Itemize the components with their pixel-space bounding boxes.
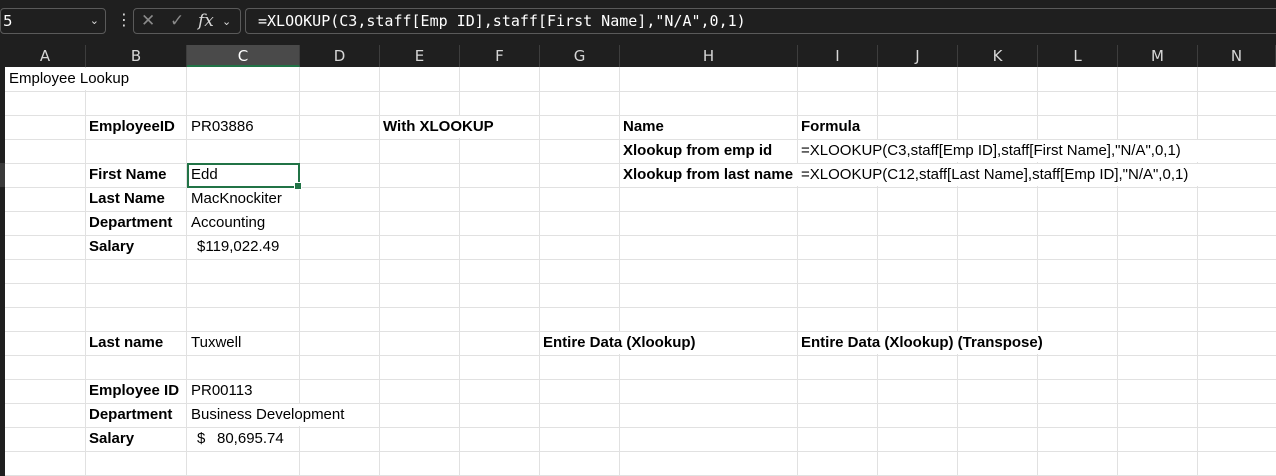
column-header-d[interactable]: D: [300, 45, 380, 67]
last-name-value[interactable]: MacKnockiter: [191, 187, 282, 211]
check-icon[interactable]: ✓: [170, 11, 184, 31]
salary-result-label[interactable]: Salary: [89, 427, 134, 451]
xlookup-emp-id-formula[interactable]: =XLOOKUP(C3,staff[Emp ID],staff[First Na…: [801, 139, 1181, 163]
column-header-m[interactable]: M: [1118, 45, 1198, 67]
formula-bar: 5 ⌄ ⋮ ✕ ✓ fx ⌄ =XLOOKUP(C3,staff[Emp ID]…: [0, 0, 1276, 44]
name-box[interactable]: 5 ⌄: [0, 8, 106, 34]
department-value[interactable]: Accounting: [191, 211, 265, 235]
employee-id-result-value[interactable]: PR00113: [191, 379, 252, 403]
column-header-k[interactable]: K: [958, 45, 1038, 67]
column-header-g[interactable]: G: [540, 45, 620, 67]
chevron-down-icon[interactable]: ⌄: [222, 15, 231, 28]
employee-id-result-label[interactable]: Employee ID: [89, 379, 179, 403]
employee-id-label[interactable]: EmployeeID: [89, 115, 175, 139]
xlookup-last-name-formula[interactable]: =XLOOKUP(C12,staff[Last Name],staff[Emp …: [801, 163, 1188, 187]
column-header-i[interactable]: I: [798, 45, 878, 67]
salary-value[interactable]: $119,022.49: [197, 235, 279, 259]
column-header-a[interactable]: A: [5, 45, 86, 67]
more-options-icon[interactable]: ⋮: [116, 10, 132, 29]
entire-data-transpose-heading[interactable]: Entire Data (Xlookup) (Transpose): [801, 331, 1043, 355]
formula-controls: ✕ ✓ fx ⌄: [133, 8, 241, 34]
column-header-h[interactable]: H: [620, 45, 798, 67]
salary-label[interactable]: Salary: [89, 235, 134, 259]
worksheet-grid[interactable]: Employee Lookup EmployeeID PR03886 With …: [5, 67, 1276, 476]
with-xlookup-heading[interactable]: With XLOOKUP: [383, 115, 494, 139]
insert-function-icon[interactable]: fx: [198, 11, 214, 31]
column-header-e[interactable]: E: [380, 45, 460, 67]
entire-data-heading[interactable]: Entire Data (Xlookup): [543, 331, 696, 355]
department-result-value[interactable]: Business Development: [191, 403, 344, 427]
last-name-lookup-value[interactable]: Tuxwell: [191, 331, 241, 355]
fill-handle[interactable]: [294, 182, 302, 190]
first-name-label[interactable]: First Name: [89, 163, 167, 187]
salary-result-currency[interactable]: $: [197, 427, 205, 451]
employee-id-value[interactable]: PR03886: [191, 115, 254, 139]
column-header-c[interactable]: C: [187, 45, 300, 67]
name-box-value[interactable]: 5: [3, 12, 13, 30]
title-cell[interactable]: Employee Lookup: [9, 67, 129, 91]
salary-result-amount[interactable]: 80,695.74: [217, 427, 284, 451]
formula-column-heading[interactable]: Formula: [801, 115, 860, 139]
column-header-b[interactable]: B: [86, 45, 187, 67]
department-result-label[interactable]: Department: [89, 403, 172, 427]
name-column-heading[interactable]: Name: [623, 115, 664, 139]
formula-input[interactable]: =XLOOKUP(C3,staff[Emp ID],staff[First Na…: [245, 8, 1276, 34]
column-header-j[interactable]: J: [878, 45, 958, 67]
chevron-down-icon[interactable]: ⌄: [90, 9, 99, 33]
column-header-l[interactable]: L: [1038, 45, 1118, 67]
xlookup-emp-id-label[interactable]: Xlookup from emp id: [623, 139, 772, 163]
column-header-f[interactable]: F: [460, 45, 540, 67]
active-cell-selection[interactable]: [187, 163, 302, 190]
department-label[interactable]: Department: [89, 211, 172, 235]
last-name-lookup-label[interactable]: Last name: [89, 331, 163, 355]
column-header-n[interactable]: N: [1198, 45, 1276, 67]
close-icon[interactable]: ✕: [141, 11, 155, 31]
last-name-label[interactable]: Last Name: [89, 187, 165, 211]
xlookup-last-name-label[interactable]: Xlookup from last name: [623, 163, 793, 187]
